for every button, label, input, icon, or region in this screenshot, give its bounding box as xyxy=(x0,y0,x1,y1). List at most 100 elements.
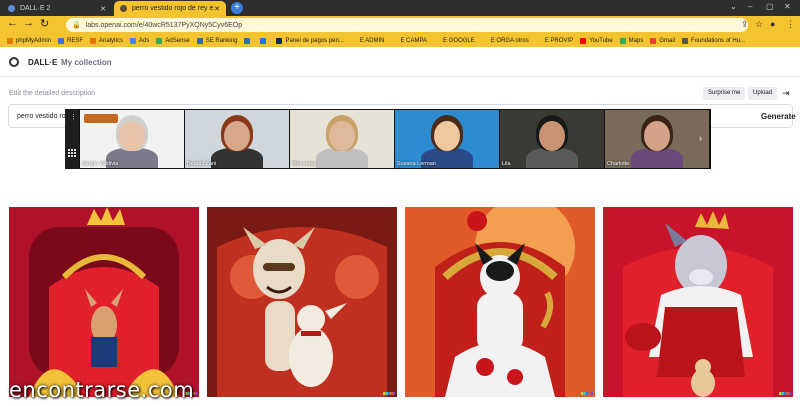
bookmark-item[interactable]: E PROVIP xyxy=(535,37,574,44)
bookmark-item[interactable]: RESF xyxy=(58,37,84,44)
dalle-signature-stripe xyxy=(779,392,792,395)
bookmark-item[interactable]: E ORGA otros xyxy=(481,37,529,44)
description-label: Edit the detailed description xyxy=(9,90,95,97)
bookmark-item[interactable]: Maps xyxy=(619,37,644,44)
bookmark-icon xyxy=(535,37,542,44)
generated-image-art xyxy=(207,207,397,397)
video-call-overlay: ⋮ Sergio Valdivia Beatriz Zani Mercedes Sus… xyxy=(65,109,711,169)
bookmark-item[interactable]: AdSense xyxy=(156,37,190,44)
bookmark-icon xyxy=(90,37,97,44)
bookmark-icon xyxy=(650,37,657,44)
bookmark-item[interactable]: Ads xyxy=(130,37,150,44)
profile-icon[interactable]: ● xyxy=(770,19,775,29)
bookmark-icon xyxy=(391,37,398,44)
logo-mark xyxy=(84,114,118,123)
bookmark-label: Ads xyxy=(139,37,150,44)
grid-view-icon[interactable] xyxy=(68,149,76,157)
participant-name: Charlotte xyxy=(607,161,630,167)
bookmark-item[interactable]: E GOOGLE xyxy=(434,37,475,44)
menu-icon[interactable]: ⋮ xyxy=(786,19,795,30)
close-tab-icon[interactable]: ✕ xyxy=(214,5,220,13)
participant-body xyxy=(526,148,578,168)
chevron-right-icon[interactable]: › xyxy=(699,133,702,143)
bookmark-item[interactable]: E CAMPA xyxy=(391,37,427,44)
upload-button[interactable]: Upload xyxy=(748,87,778,100)
participant-face xyxy=(539,121,565,151)
back-icon[interactable]: ← xyxy=(7,17,18,29)
bookmark-label: E ORGA otros xyxy=(490,37,529,44)
participant-video-tile[interactable]: Charlotte xyxy=(605,110,709,168)
bookmark-label: E PROVIP xyxy=(544,37,574,44)
forward-icon[interactable]: → xyxy=(23,17,34,29)
tab-favicon-icon xyxy=(120,5,127,12)
dalle-signature-stripe xyxy=(581,392,594,395)
bookmark-label: RESF xyxy=(67,37,84,44)
chevron-down-icon[interactable]: ⌄ xyxy=(730,2,737,11)
bookmark-icon xyxy=(244,37,251,44)
result-image-4[interactable] xyxy=(603,207,793,397)
url-text: labs.openai.com/e/40wcR5137PyXQNy5Cyv6EO… xyxy=(85,21,243,29)
tab-label: perro vestido rojo de rey en el tr xyxy=(132,5,214,12)
share-icon[interactable]: ⇪ xyxy=(741,19,749,30)
minimize-icon[interactable]: – xyxy=(748,2,752,11)
participant-name: Susana Lerman xyxy=(397,161,436,167)
surprise-me-button[interactable]: Surprise me xyxy=(703,87,746,100)
browser-tab-dalle[interactable]: DALL·E 2 ✕ xyxy=(2,1,112,16)
address-bar[interactable]: 🔒 labs.openai.com/e/40wcR5137PyXQNy5Cyv6… xyxy=(66,18,748,32)
browser-toolbar: ← → ↻ 🔒 labs.openai.com/e/40wcR5137PyXQN… xyxy=(0,16,800,34)
participant-face xyxy=(224,121,250,151)
participant-name: Sergio Valdivia xyxy=(82,161,119,167)
reload-icon[interactable]: ↻ xyxy=(40,17,49,30)
participant-video-tile[interactable]: Susana Lerman xyxy=(395,110,499,168)
bookmark-item[interactable]: Analytics xyxy=(90,37,123,44)
dalle-page: DALL·E My collection Edit the detailed d… xyxy=(0,47,800,406)
bookmark-label: Maps xyxy=(628,37,644,44)
participant-video-tile[interactable]: Beatriz Zani xyxy=(185,110,289,168)
more-options-icon[interactable]: ⋮ xyxy=(70,114,77,121)
bookmark-icon xyxy=(7,37,13,44)
bookmark-icon xyxy=(481,37,488,44)
participant-face xyxy=(119,121,145,151)
bookmark-item[interactable] xyxy=(244,37,253,44)
bookmark-icon xyxy=(156,37,163,44)
browser-tab-active[interactable]: perro vestido rojo de rey en el tr ✕ xyxy=(114,1,226,16)
bookmark-label: Foundations of Hu... xyxy=(691,37,746,44)
tab-label: DALL·E 2 xyxy=(20,5,51,12)
bookmark-icon xyxy=(58,37,65,44)
result-image-1[interactable] xyxy=(9,207,199,397)
bookmark-label: SE Ranking xyxy=(205,37,238,44)
close-window-icon[interactable]: ✕ xyxy=(784,2,791,11)
new-tab-button[interactable]: + xyxy=(231,2,243,14)
bookmark-icon xyxy=(130,37,137,44)
expand-icon[interactable]: ⇥ xyxy=(782,88,790,99)
bookmark-item[interactable]: Gmail xyxy=(650,37,675,44)
app-header: DALL·E My collection xyxy=(0,47,800,77)
bookmark-item[interactable]: YouTube xyxy=(580,37,613,44)
participant-video-tile[interactable]: Sergio Valdivia xyxy=(80,110,184,168)
result-image-2[interactable] xyxy=(207,207,397,397)
bookmark-item[interactable]: Foundations of Hu... xyxy=(682,37,746,44)
close-tab-icon[interactable]: ✕ xyxy=(100,5,106,13)
result-image-3[interactable] xyxy=(405,207,595,397)
participant-video-tile[interactable]: Mercedes xyxy=(290,110,394,168)
openai-logo-icon[interactable] xyxy=(9,57,19,67)
bookmark-icon xyxy=(276,37,283,44)
maximize-icon[interactable]: ▢ xyxy=(766,2,774,11)
bookmark-item[interactable]: SE Ranking xyxy=(196,37,238,44)
generate-button[interactable]: Generate xyxy=(761,112,796,121)
participant-video-tile[interactable]: Lila xyxy=(500,110,604,168)
watermark-text: encontrarse.com xyxy=(9,378,195,402)
dalle-signature-stripe xyxy=(383,392,396,395)
star-icon[interactable]: ☆ xyxy=(755,19,763,30)
participant-body xyxy=(316,148,368,168)
generated-image-art xyxy=(9,207,199,397)
bookmark-item[interactable]: phpMyAdmin xyxy=(7,37,51,44)
my-collection-link[interactable]: My collection xyxy=(61,58,112,67)
bookmark-item[interactable] xyxy=(260,37,269,44)
prompt-text[interactable]: perro vestido ro xyxy=(17,113,66,120)
participant-face xyxy=(434,121,460,151)
bookmark-item[interactable]: E ADMIN xyxy=(350,37,384,44)
bookmark-label: YouTube xyxy=(589,37,613,44)
bookmark-item[interactable]: Panel de pagos peri... xyxy=(276,37,344,44)
brand-title[interactable]: DALL·E xyxy=(28,58,57,67)
